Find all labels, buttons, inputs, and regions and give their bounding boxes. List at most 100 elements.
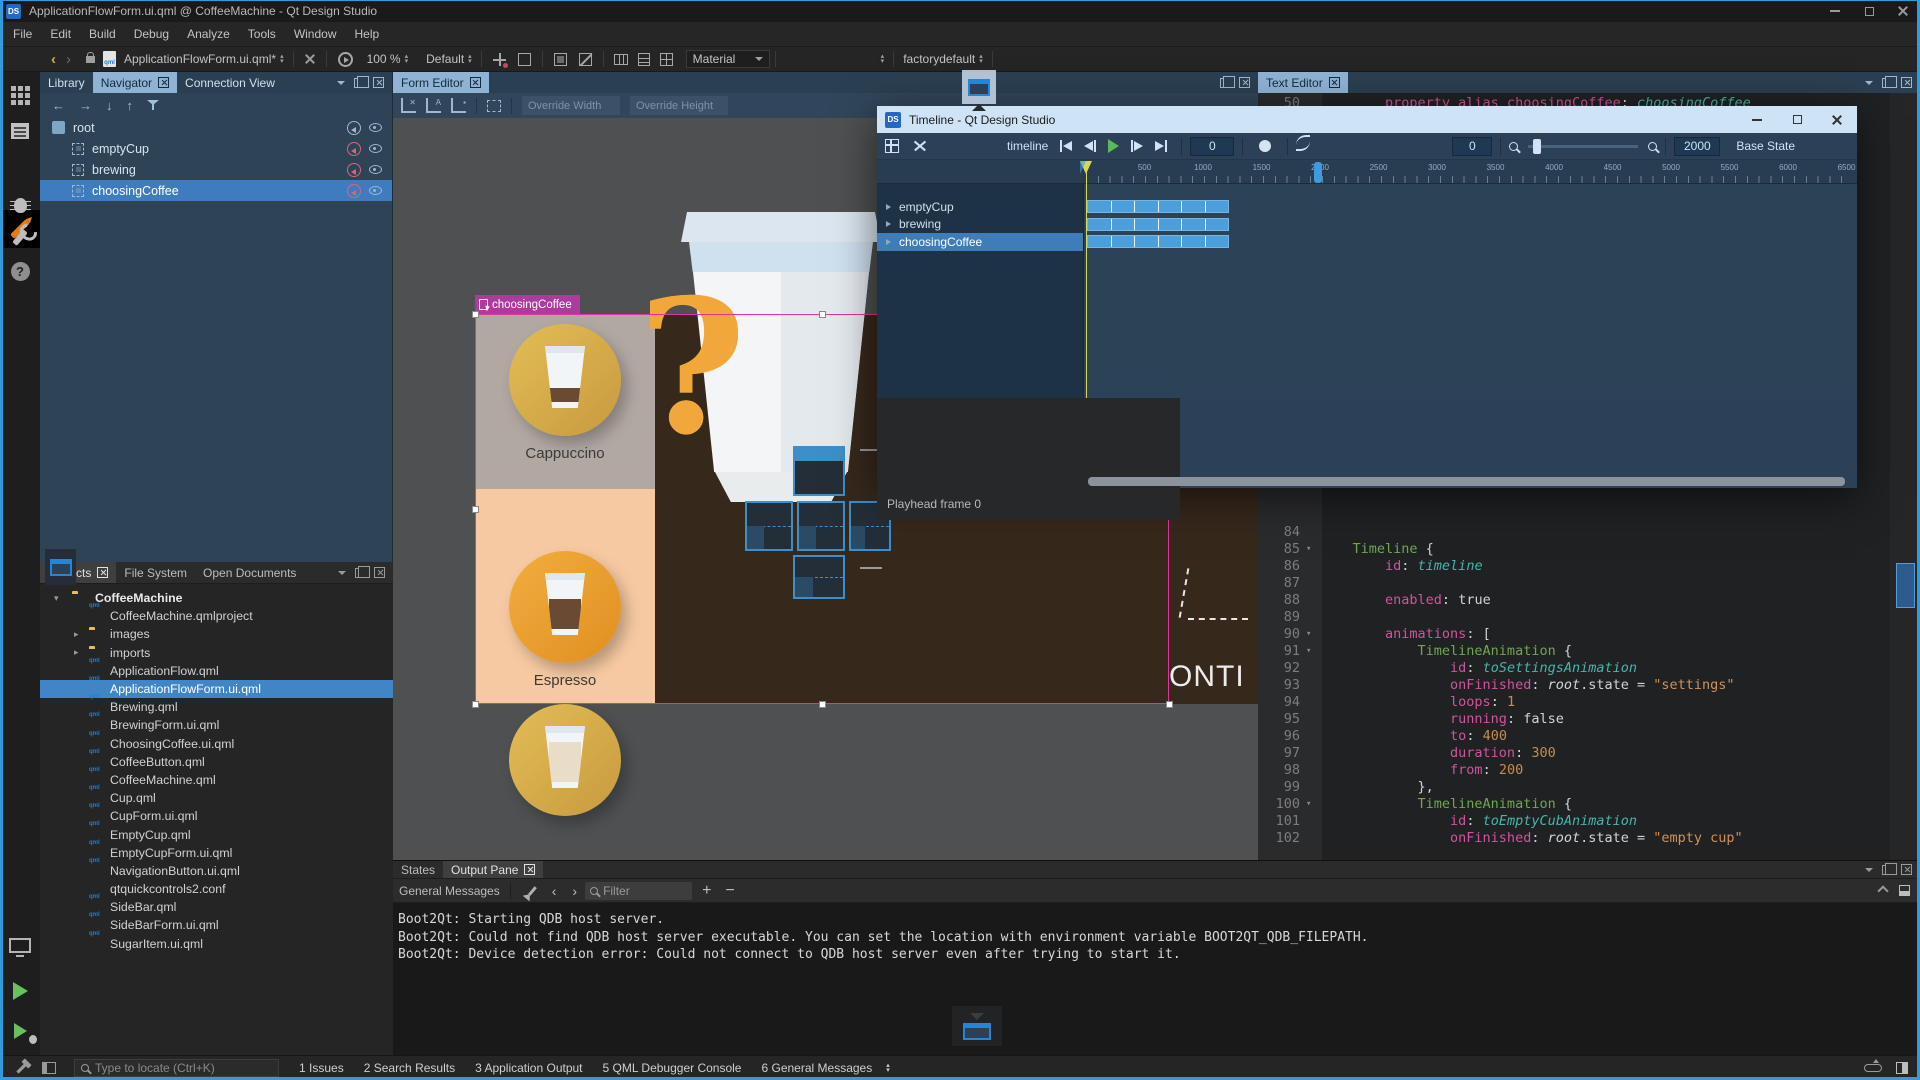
edit-mode-icon[interactable] [0,114,40,148]
grid-icon[interactable] [660,53,673,66]
menu-edit[interactable]: Edit [41,23,80,45]
statusbar-button-issues[interactable]: 1 Issues [289,1061,354,1075]
slider-handle[interactable] [1533,139,1541,154]
timeline-ruler[interactable]: 5001000150020002500300035004000450050005… [877,160,1857,184]
chevron-down-icon[interactable] [1865,81,1873,85]
split-icon[interactable] [1882,78,1892,88]
end-frame-scrubber[interactable] [1314,162,1322,183]
keyframe-bar-choosingCoffee[interactable] [1087,235,1229,248]
timeline-track-brewing[interactable]: brewing [877,216,1083,234]
tab-output-pane[interactable]: Output Pane [443,861,543,878]
close-pane-icon[interactable] [1901,864,1912,875]
chevron-down-icon[interactable] [338,571,346,575]
selection-tag[interactable]: choosingCoffee [475,295,580,314]
tab-library[interactable]: Library [40,72,93,93]
dock-pane-icon[interactable] [1899,885,1910,896]
keyframe-bar-brewing[interactable] [1087,218,1229,231]
close-button[interactable] [1817,106,1857,133]
project-file-NavigationButton.ui.qml[interactable]: qmlNavigationButton.ui.qml [40,862,393,880]
style-spinner[interactable]: ▴▾ [464,54,476,64]
timeline-zoom-slider[interactable] [1528,145,1638,148]
zoom-in-icon[interactable] [1648,142,1657,151]
timeline-track-area[interactable] [1083,184,1857,398]
rows-icon[interactable] [638,53,650,66]
snapping-anchors-icon[interactable]: A [426,98,441,113]
qml-item-box[interactable] [797,501,845,551]
playhead-handle[interactable] [1080,161,1092,174]
project-file-SugarItem.ui.qml[interactable]: qmlSugarItem.ui.qml [40,935,393,953]
columns-icon[interactable] [614,54,628,65]
keyframe-bar-emptyCup[interactable] [1087,200,1229,213]
project-file-CoffeeMachine.qmlproject[interactable]: qmlCoffeeMachine.qmlproject [40,607,393,625]
statusbar-button-qml-debugger-console[interactable]: 5 QML Debugger Console [593,1061,752,1075]
tab-text-editor[interactable]: Text Editor [1258,72,1348,93]
menu-file[interactable]: File [4,23,41,45]
run-button[interactable] [0,974,40,1008]
close-pane-icon[interactable] [373,77,384,88]
split-icon[interactable] [1220,78,1230,88]
fold-marker[interactable]: ▾ [1306,796,1311,813]
navigator-item-choosingCoffee[interactable]: choosingCoffee [40,180,392,201]
transform-icon[interactable] [493,53,506,66]
minimize-button[interactable] [1737,106,1777,133]
zoom-in-icon[interactable]: + [692,882,721,900]
tab-file-system[interactable]: File System [116,562,195,583]
selection-handle[interactable] [472,311,479,318]
close-document-icon[interactable] [305,54,315,64]
menu-window[interactable]: Window [285,23,346,45]
end-frame-field[interactable]: 2000 [1674,137,1720,156]
output-channel-selector[interactable]: General Messages [399,884,500,898]
third-cup-image[interactable] [509,704,621,816]
toggle-left-sidebar-icon[interactable] [42,1062,56,1074]
locator-input[interactable]: Type to locate (Ctrl+K) [74,1059,279,1077]
editor-scrollbar[interactable] [1890,93,1920,860]
selection-handle[interactable] [472,506,479,513]
chevron-down-icon[interactable] [337,81,345,85]
debug-mode-icon[interactable] [0,188,40,222]
timeline-track-choosingCoffee[interactable]: choosingCoffee [877,233,1083,251]
base-state-label[interactable]: Base State [1736,139,1795,153]
timeline-track-emptyCup[interactable]: emptyCup [877,198,1083,216]
zoom-out-icon[interactable] [1509,142,1518,151]
go-back-button[interactable]: ‹ [46,51,61,68]
eye-icon[interactable] [369,165,382,174]
tab-states[interactable]: States [393,861,443,878]
espresso-cup-image[interactable] [509,551,621,663]
show-bounds-icon[interactable] [487,100,501,112]
menu-analyze[interactable]: Analyze [178,23,239,45]
snapping-icon[interactable]: ▪ [451,98,466,113]
close-pane-icon[interactable] [1901,77,1912,88]
menu-debug[interactable]: Debug [125,23,178,45]
clear-output-icon[interactable] [528,886,537,896]
move-up-icon[interactable]: ↑ [127,98,134,113]
menu-help[interactable]: Help [346,23,389,45]
split-icon[interactable] [354,78,364,88]
tab-open-documents[interactable]: Open Documents [195,562,304,583]
next-item-icon[interactable]: › [564,883,585,899]
previous-frame-button[interactable] [1078,140,1102,152]
close-icon[interactable] [158,77,169,88]
qml-item-box[interactable] [793,555,845,599]
bounds-icon[interactable] [554,53,567,66]
filter-input[interactable]: Filter [585,882,692,900]
selection-handle[interactable] [1166,701,1173,708]
kit-selector[interactable]: factorydefault [903,52,975,66]
material-dropdown[interactable]: Material [686,50,770,68]
tab-connection-view[interactable]: Connection View [177,72,283,93]
zoom-out-icon[interactable]: − [721,882,738,900]
help-mode-icon[interactable]: ? [0,254,40,288]
close-icon[interactable] [470,77,481,88]
kit-spinner[interactable]: ▴▾ [975,54,987,64]
move-down-icon[interactable]: ↓ [106,98,113,113]
output-panes-spinner[interactable]: ▴▾ [882,1063,894,1073]
zoom-spinner[interactable]: ▴▾ [401,54,413,64]
export-icon[interactable] [347,121,361,135]
selection-handle[interactable] [819,701,826,708]
minimize-button[interactable] [1818,0,1852,22]
close-button[interactable] [1886,0,1920,22]
export-icon[interactable] [347,184,361,198]
override-width-field[interactable]: Override Width [522,96,620,115]
close-icon[interactable] [524,864,535,875]
qml-item-box[interactable] [793,446,845,496]
navigator-item-emptyCup[interactable]: emptyCup [40,138,392,159]
